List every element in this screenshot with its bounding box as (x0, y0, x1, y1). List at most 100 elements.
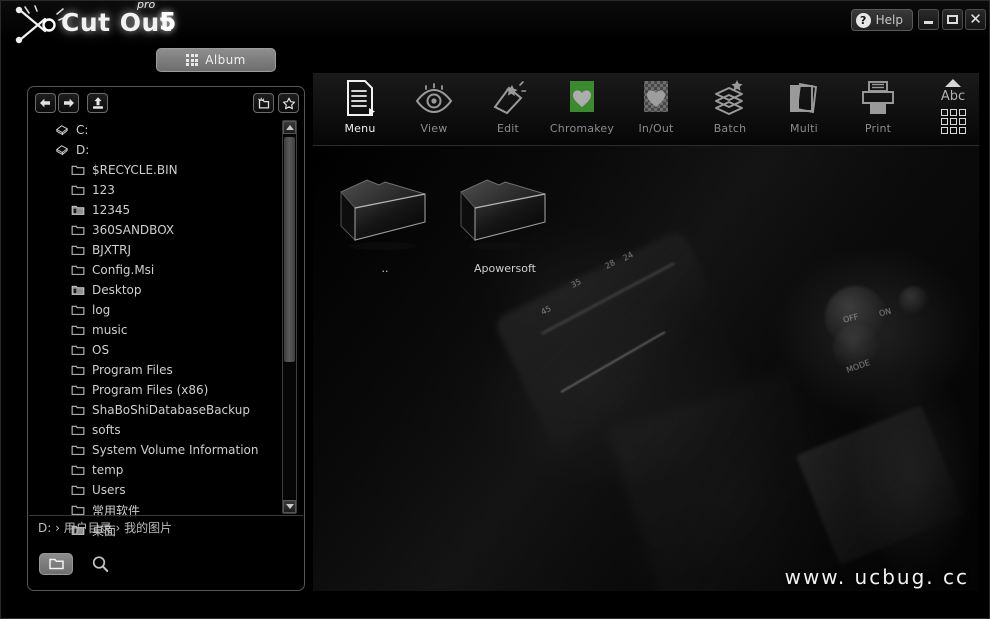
search-view-button[interactable] (87, 553, 113, 575)
folder-icon (71, 404, 85, 416)
tree-item-label: Config.Msi (92, 263, 154, 277)
eye-icon (414, 77, 454, 119)
search-icon (91, 555, 110, 573)
help-button-label: Help (876, 13, 903, 27)
camera-ev-button (899, 286, 929, 316)
folder-view-icon (48, 557, 65, 571)
folder-icon (71, 424, 85, 436)
toolbar-item-label: View (421, 122, 448, 135)
tree-item[interactable]: 123 (35, 180, 281, 200)
toolbar-item-print[interactable]: Print (841, 77, 915, 143)
tree-item[interactable]: Config.Msi (35, 260, 281, 280)
back-button[interactable] (35, 93, 56, 113)
maximize-button[interactable] (942, 9, 963, 30)
folder-3d-icon (335, 170, 435, 254)
folder-3d-icon (455, 170, 555, 254)
tree-item[interactable]: System Volume Information (35, 440, 281, 460)
toolbar-item-edit[interactable]: Edit (471, 77, 545, 143)
arrow-right-icon (62, 97, 75, 109)
tree-item[interactable]: log (35, 300, 281, 320)
scroll-down-arrow-icon (286, 504, 294, 509)
file-browser-panel: C: D: $RECYCLE.BIN 123 12345 360SANDBOX BJXTRJ… (27, 86, 305, 591)
favorite-button[interactable] (278, 93, 299, 113)
tree-item[interactable]: 360SANDBOX (35, 220, 281, 240)
up-directory-button[interactable] (87, 93, 108, 113)
maximize-icon (947, 15, 958, 24)
tree-item[interactable]: 12345 (35, 200, 281, 220)
tree-item[interactable]: music (35, 320, 281, 340)
tree-item-label: softs (92, 423, 121, 437)
minimize-icon (924, 21, 933, 24)
tree-item[interactable]: ShaBoShiDatabaseBackup (35, 400, 281, 420)
tree-item-label: ShaBoShiDatabaseBackup (92, 403, 250, 417)
tree-item[interactable]: temp (35, 460, 281, 480)
toolbar-item-multi[interactable]: Multi (767, 77, 841, 143)
close-icon: ✕ (969, 12, 982, 27)
tree-item-label: log (92, 303, 110, 317)
toolbar-item-label: Batch (714, 122, 747, 135)
tree-item[interactable]: OS (35, 340, 281, 360)
tree-item[interactable]: D: (35, 140, 281, 160)
toolbar-item-in-out[interactable]: In/Out (619, 77, 693, 143)
thumbnail-canvas[interactable]: 28 24 35 45 OFF ON MODE ..Apowersoft (313, 146, 979, 591)
menu-document-icon (343, 77, 377, 119)
album-button[interactable]: Album (156, 48, 276, 72)
tree-item[interactable]: softs (35, 420, 281, 440)
folder-special-icon (71, 284, 85, 296)
folder-thumbnail-label: .. (382, 262, 389, 275)
tree-item-label: 360SANDBOX (92, 223, 174, 237)
tree-item-label: 12345 (92, 203, 130, 217)
tree-item[interactable]: $RECYCLE.BIN (35, 160, 281, 180)
folder-thumbnail[interactable]: Apowersoft (445, 166, 565, 284)
tree-item-label: C: (76, 123, 88, 137)
close-button[interactable]: ✕ (965, 9, 986, 30)
tree-item-label: $RECYCLE.BIN (92, 163, 178, 177)
toolbar-item-chromakey[interactable]: Chromakey (545, 77, 619, 143)
tree-item-label: Program Files (92, 363, 173, 377)
triangle-up-icon[interactable] (945, 79, 961, 87)
text-tool-label[interactable]: Abc (941, 89, 965, 104)
scroll-up-arrow-icon (286, 125, 294, 130)
main-workspace: Menu View EditChromakeyIn/Out Batch MultiPri… (313, 73, 979, 591)
folder-icon (71, 184, 85, 196)
transparency-icon (639, 77, 673, 119)
toolbar-item-menu[interactable]: Menu (323, 77, 397, 143)
tree-item-label: 123 (92, 183, 115, 197)
new-folder-icon (257, 97, 271, 110)
arrow-up-folder-icon (91, 96, 105, 110)
minimize-button[interactable] (918, 9, 939, 30)
app-logo: Cut Out pro 5 (9, 1, 209, 45)
title-bar: Cut Out pro 5 Album ? Help ✕ (1, 1, 990, 41)
toolbar-item-view[interactable]: View (397, 77, 471, 143)
toolbar-item-batch[interactable]: Batch (693, 77, 767, 143)
tree-item-label: BJXTRJ (92, 243, 131, 257)
scrollbar-thumb[interactable] (284, 137, 295, 362)
question-circle-icon: ? (856, 13, 871, 28)
album-button-label: Album (205, 53, 245, 67)
help-button[interactable]: ? Help (851, 9, 913, 31)
tree-item-label: temp (92, 463, 123, 477)
forward-button[interactable] (58, 93, 79, 113)
folder-icon (71, 244, 85, 256)
folder-thumbnail[interactable]: .. (325, 166, 445, 284)
tree-item[interactable]: Program Files (x86) (35, 380, 281, 400)
scroll-down-button[interactable] (283, 500, 296, 513)
application-window: Cut Out pro 5 Album ? Help ✕ (0, 0, 990, 619)
tree-scrollbar[interactable] (282, 120, 297, 514)
new-folder-button[interactable] (253, 93, 274, 113)
tree-item-label: Program Files (x86) (92, 383, 208, 397)
brand-edition: pro (137, 0, 155, 11)
tree-item-label: System Volume Information (92, 443, 258, 457)
folder-icon (71, 464, 85, 476)
tree-item[interactable]: BJXTRJ (35, 240, 281, 260)
folder-view-button[interactable] (39, 553, 73, 575)
tree-item[interactable]: Desktop (35, 280, 281, 300)
tree-item[interactable]: Program Files (35, 360, 281, 380)
brand-name: Cut Out (61, 8, 172, 37)
drive-icon (55, 144, 69, 156)
tree-item[interactable]: Users (35, 480, 281, 500)
tree-item[interactable]: C: (35, 120, 281, 140)
scroll-up-button[interactable] (283, 121, 296, 134)
folder-icon (71, 164, 85, 176)
grid-9-icon[interactable] (941, 109, 966, 134)
